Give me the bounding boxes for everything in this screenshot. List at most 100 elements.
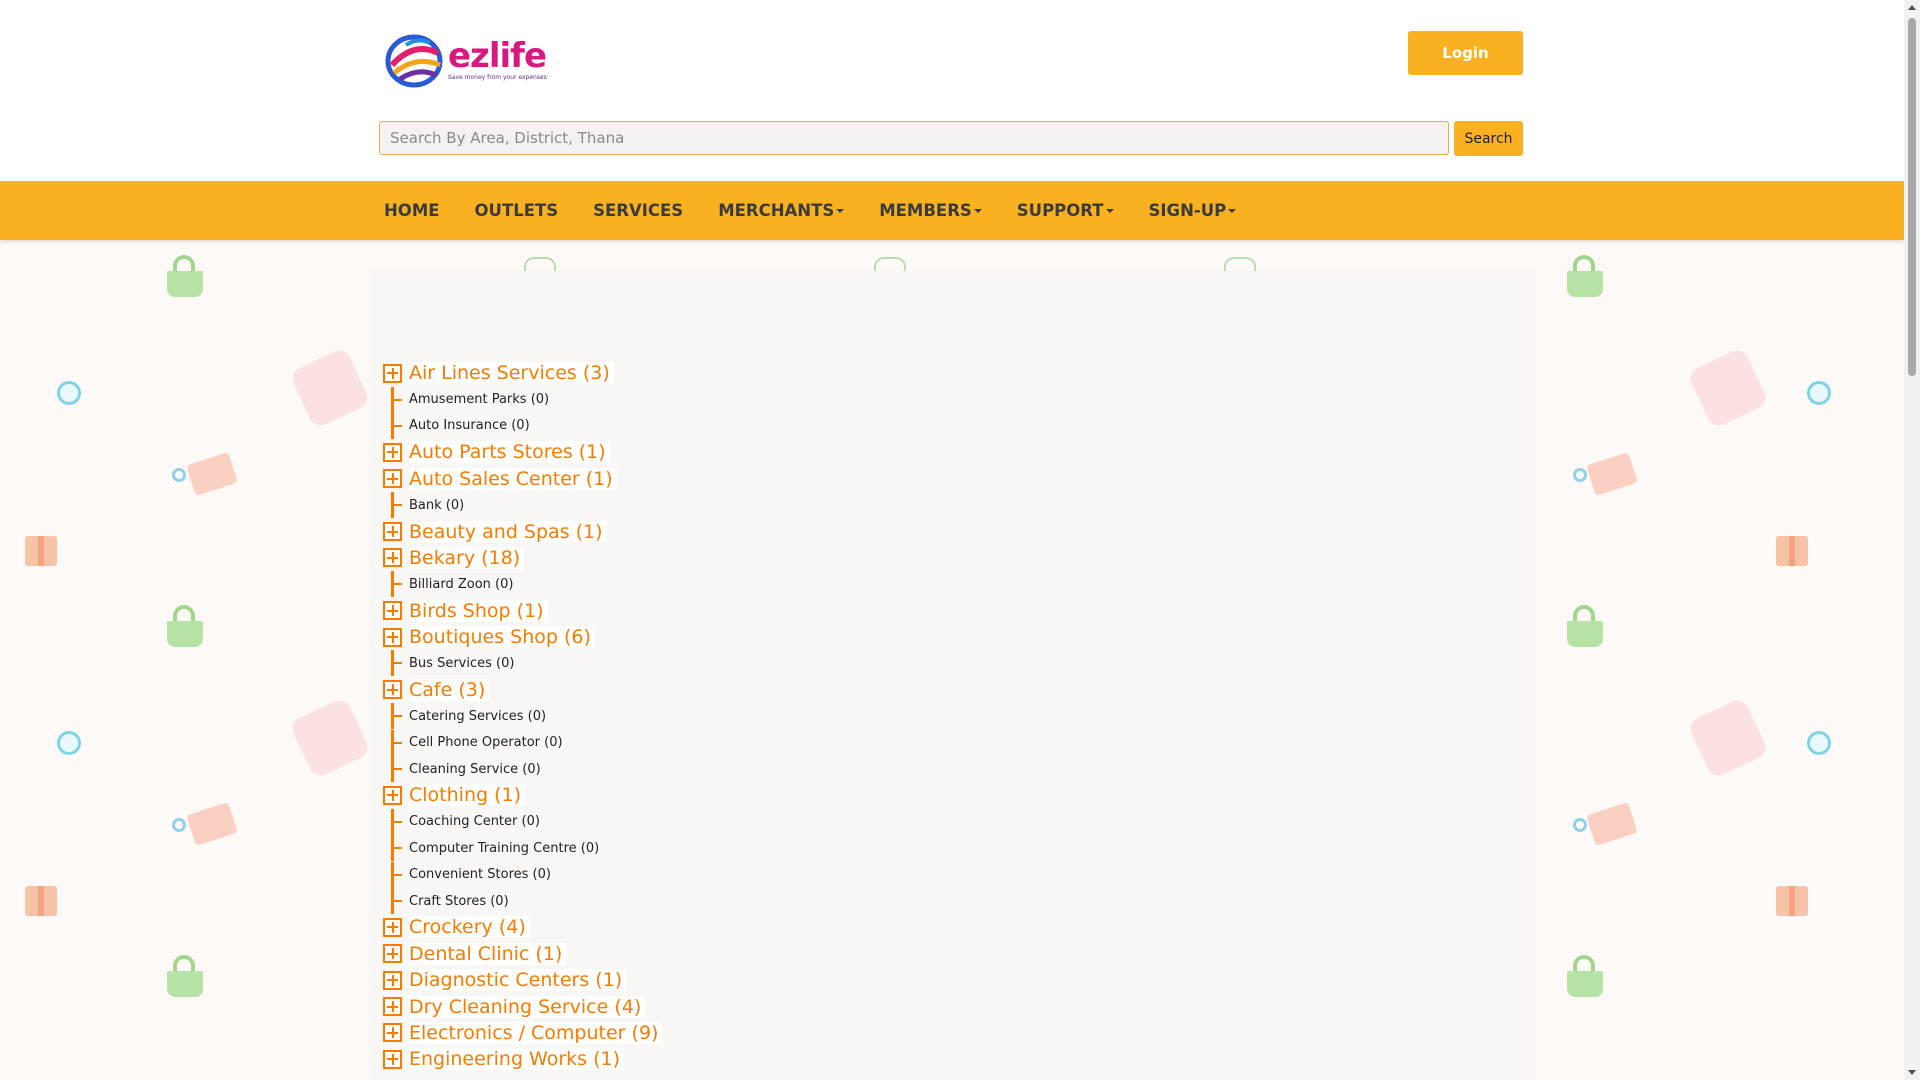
nav-outlets[interactable]: OUTLETS <box>475 201 559 220</box>
page-scrollbar[interactable] <box>1904 0 1920 1080</box>
caret-down-icon <box>973 208 982 213</box>
category-label[interactable]: Clothing (1) <box>409 784 525 807</box>
category-label[interactable]: Auto Sales Center (1) <box>409 467 617 490</box>
category-label[interactable]: Cell Phone Operator (0) <box>409 735 563 750</box>
category-node-expandable[interactable]: Crockery (4) <box>383 914 662 940</box>
search-input[interactable] <box>379 121 1449 155</box>
nav-support-dropdown[interactable]: SUPPORT <box>1017 201 1114 220</box>
category-label[interactable]: Engineering Works (1) <box>409 1048 625 1071</box>
expand-plus-icon[interactable] <box>383 469 402 489</box>
category-node-expandable[interactable]: Auto Parts Stores (1) <box>383 439 662 465</box>
tree-branch-line <box>383 386 402 413</box>
search-button[interactable]: Search <box>1454 121 1523 156</box>
category-node[interactable]: Bank (0) <box>383 492 662 519</box>
category-node-expandable[interactable]: Dental Clinic (1) <box>383 941 662 967</box>
nav-services[interactable]: SERVICES <box>593 201 683 220</box>
category-node[interactable]: Catering Services (0) <box>383 703 662 730</box>
category-label[interactable]: Air Lines Services (3) <box>409 362 614 385</box>
category-label[interactable]: Cafe (3) <box>409 678 490 701</box>
category-label[interactable]: Birds Shop (1) <box>409 599 548 622</box>
category-node-expandable[interactable]: Birds Shop (1) <box>383 598 662 624</box>
category-node[interactable]: Cleaning Service (0) <box>383 756 662 783</box>
category-label[interactable]: Catering Services (0) <box>409 709 546 724</box>
category-node-expandable[interactable]: Diagnostic Centers (1) <box>383 967 662 993</box>
scrollbar-thumb[interactable] <box>1908 18 1916 376</box>
category-label[interactable]: Auto Parts Stores (1) <box>409 441 610 464</box>
category-node[interactable]: Auto Insurance (0) <box>383 412 662 439</box>
category-node-expandable[interactable]: Bekary (18) <box>383 545 662 571</box>
category-node-expandable[interactable]: Clothing (1) <box>383 782 662 808</box>
expand-plus-icon[interactable] <box>383 522 402 542</box>
tag-decor-icon <box>288 696 372 780</box>
tree-branch-line <box>383 729 402 756</box>
category-label[interactable]: Coaching Center (0) <box>409 814 540 829</box>
ezlife-logo[interactable]: ezlife Save money from your expenses <box>384 30 554 90</box>
hanger-decor-icon <box>1224 257 1256 271</box>
expand-plus-icon[interactable] <box>383 627 402 647</box>
category-node-expandable[interactable]: Dry Cleaning Service (4) <box>383 993 662 1019</box>
category-label[interactable]: Crockery (4) <box>409 916 530 939</box>
category-node[interactable]: Bus Services (0) <box>383 650 662 677</box>
scroll-up-arrow-icon[interactable] <box>1908 5 1916 10</box>
category-label[interactable]: Bekary (18) <box>409 546 525 569</box>
category-label[interactable]: Electronics / Computer (9) <box>409 1021 663 1044</box>
expand-plus-icon[interactable] <box>383 680 402 700</box>
category-node[interactable]: Craft Stores (0) <box>383 888 662 914</box>
expand-plus-icon[interactable] <box>383 970 402 990</box>
category-label[interactable]: Dry Cleaning Service (4) <box>409 995 646 1018</box>
category-label[interactable]: Auto Insurance (0) <box>409 418 530 433</box>
category-node-expandable[interactable]: Engineering Works (1) <box>383 1046 662 1072</box>
category-label[interactable]: Dental Clinic (1) <box>409 942 567 965</box>
nav-support-label: SUPPORT <box>1016 201 1104 220</box>
category-node[interactable]: Billiard Zoon (0) <box>383 571 662 598</box>
category-label[interactable]: Boutiques Shop (6) <box>409 626 595 649</box>
tree-branch-line <box>383 571 402 598</box>
category-node[interactable]: Convenient Stores (0) <box>383 861 662 888</box>
category-label[interactable]: Billiard Zoon (0) <box>409 577 513 592</box>
category-label[interactable]: Convenient Stores (0) <box>409 867 551 882</box>
expand-plus-icon[interactable] <box>383 363 402 383</box>
category-node-expandable[interactable]: Cafe (3) <box>383 677 662 703</box>
login-button[interactable]: Login <box>1408 31 1523 75</box>
category-label[interactable]: Bank (0) <box>409 498 464 513</box>
category-node[interactable]: Cell Phone Operator (0) <box>383 729 662 756</box>
category-node-expandable[interactable]: Electronics / Computer (9) <box>383 1020 663 1046</box>
expand-plus-icon[interactable] <box>383 601 402 621</box>
category-label[interactable]: Amusement Parks (0) <box>409 392 549 407</box>
nav-home-label: HOME <box>384 201 440 220</box>
tree-branch-line <box>383 808 402 835</box>
nav-signup-dropdown[interactable]: SIGN-UP <box>1149 201 1237 220</box>
nav-list: HOME OUTLETS SERVICES MERCHANTS MEMBERS … <box>384 181 1271 240</box>
expand-plus-icon[interactable] <box>383 548 402 568</box>
nav-members-dropdown[interactable]: MEMBERS <box>879 201 982 220</box>
expand-plus-icon[interactable] <box>383 442 402 462</box>
tree-branch-line <box>383 650 402 677</box>
nav-home[interactable]: HOME <box>384 201 440 220</box>
basket-decor-icon <box>163 955 209 1001</box>
category-node-expandable[interactable]: Beauty and Spas (1) <box>383 518 662 544</box>
expand-plus-icon[interactable] <box>383 944 402 964</box>
scroll-down-arrow-icon[interactable] <box>1908 1070 1916 1075</box>
category-node-expandable[interactable]: Auto Sales Center (1) <box>383 466 662 492</box>
category-label[interactable]: Craft Stores (0) <box>409 894 509 909</box>
expand-plus-icon[interactable] <box>383 1049 402 1069</box>
category-node-expandable[interactable]: Boutiques Shop (6) <box>383 624 662 650</box>
category-node-expandable[interactable]: Air Lines Services (3) <box>383 360 662 386</box>
category-node[interactable]: Computer Training Centre (0) <box>383 835 662 862</box>
nav-merchants-dropdown[interactable]: MERCHANTS <box>718 201 845 220</box>
expand-plus-icon[interactable] <box>383 997 402 1017</box>
basket-decor-icon <box>163 605 209 651</box>
expand-plus-icon[interactable] <box>383 1023 402 1043</box>
category-label[interactable]: Bus Services (0) <box>409 656 514 671</box>
expand-plus-icon[interactable] <box>383 785 402 805</box>
category-label[interactable]: Beauty and Spas (1) <box>409 520 607 543</box>
tree-branch-line <box>383 861 402 888</box>
coupon-decor-icon <box>186 451 238 497</box>
category-node[interactable]: Coaching Center (0) <box>383 808 662 835</box>
category-node[interactable]: Amusement Parks (0) <box>383 386 662 413</box>
category-label[interactable]: Computer Training Centre (0) <box>409 841 599 856</box>
category-label[interactable]: Cleaning Service (0) <box>409 762 541 777</box>
expand-plus-icon[interactable] <box>383 917 402 937</box>
category-label[interactable]: Diagnostic Centers (1) <box>409 969 627 992</box>
logo-swirl-icon <box>385 34 443 88</box>
